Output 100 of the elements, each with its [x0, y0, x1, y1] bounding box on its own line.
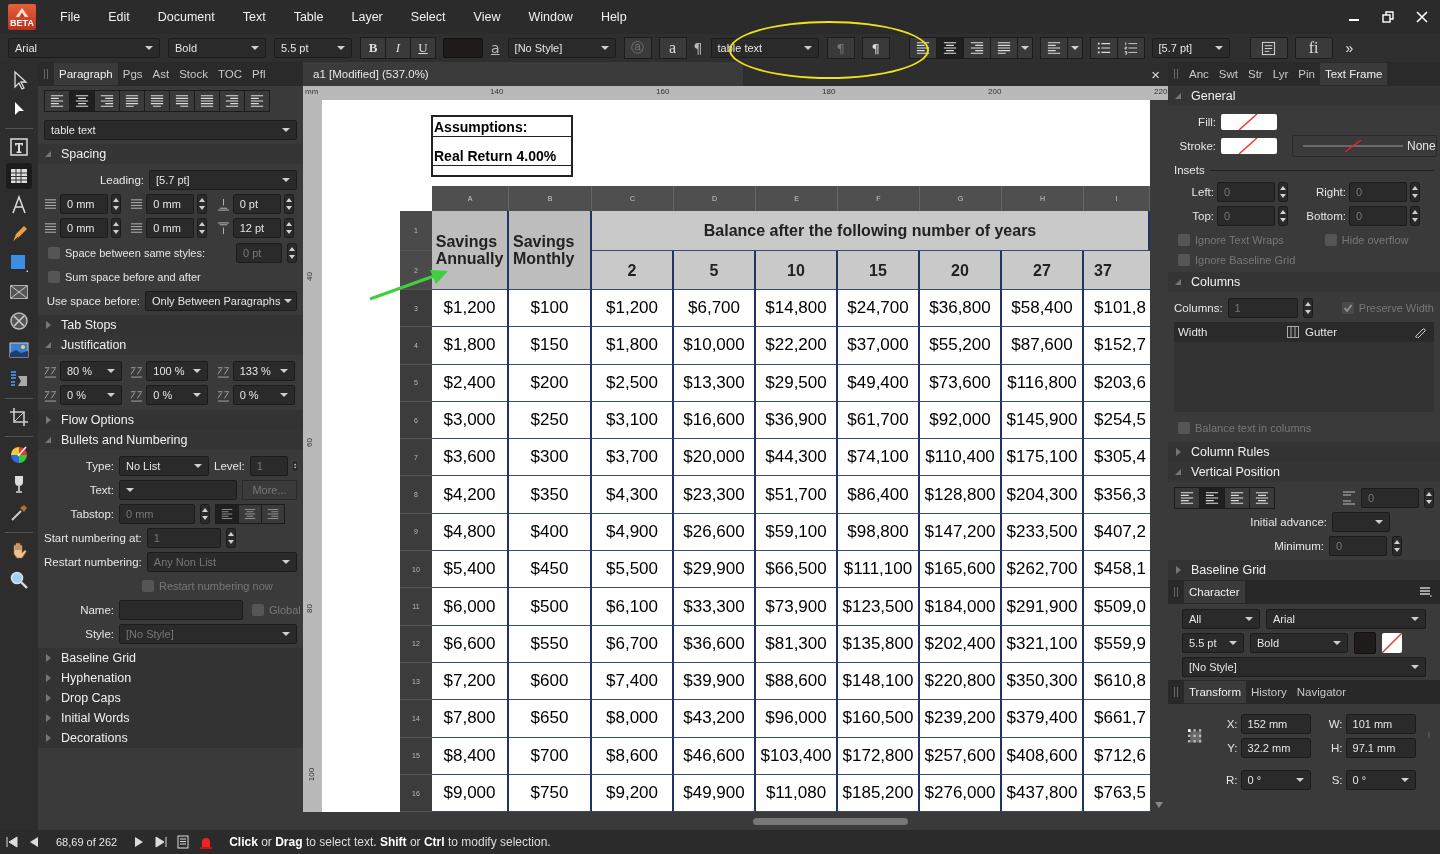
transform-field[interactable]: 152 mm [1240, 714, 1311, 734]
highlight-swatch[interactable] [1382, 633, 1402, 653]
grip-icon[interactable] [1174, 587, 1178, 597]
spinner-icon[interactable] [283, 194, 294, 214]
spinner-icon[interactable] [197, 194, 208, 214]
collapsed-triangle-icon[interactable] [44, 321, 52, 329]
tab-alignment-button[interactable] [261, 504, 285, 524]
font-size-dropdown[interactable]: 5.5 pt [274, 38, 352, 58]
expanded-triangle-icon[interactable] [44, 436, 52, 444]
spinner-icon[interactable] [1410, 182, 1420, 202]
menu-item[interactable]: Text [242, 10, 266, 24]
section-header[interactable]: Tab Stops [38, 315, 303, 335]
panel-tab[interactable]: Text Frame [1319, 63, 1388, 85]
italic-button[interactable]: I [385, 37, 411, 59]
alignment-button[interactable] [962, 37, 991, 59]
grip-icon[interactable] [1174, 687, 1178, 697]
document-tab[interactable]: a1 [Modified] (537.0%) [303, 62, 743, 86]
spinner-icon[interactable] [1278, 182, 1288, 202]
text-frame-button[interactable] [1249, 37, 1288, 59]
menu-item[interactable]: Table [293, 10, 324, 24]
menu-icon[interactable] [1420, 587, 1432, 597]
alignment-button[interactable] [935, 37, 964, 59]
collapsed-triangle-icon[interactable] [44, 674, 52, 682]
spinner-icon[interactable] [1278, 206, 1288, 226]
collapsed-triangle-icon[interactable] [1174, 566, 1182, 574]
panel-tab[interactable]: Str [1243, 63, 1268, 85]
section-header[interactable]: Baseline Grid [1168, 560, 1440, 580]
vertical-alignment-button[interactable] [1174, 487, 1200, 509]
menu-item[interactable]: File [60, 10, 81, 24]
scroll-down-icon[interactable] [1155, 802, 1163, 808]
expanded-triangle-icon[interactable] [44, 150, 52, 158]
panel-tab[interactable]: Pin [1293, 63, 1320, 85]
menu-item[interactable]: Edit [108, 10, 130, 24]
spacing-field[interactable]: 0 pt [232, 194, 281, 214]
spacing-field[interactable]: 0 mm [60, 218, 108, 238]
document-icon[interactable] [177, 835, 190, 849]
font-size-dropdown[interactable]: 5.5 pt [1182, 633, 1244, 653]
alignment-button[interactable] [219, 90, 245, 112]
close-tab-button[interactable]: × [1151, 65, 1160, 83]
collapsed-triangle-icon[interactable] [44, 654, 52, 662]
tool-button[interactable] [6, 163, 32, 189]
scrollbar-thumb[interactable] [753, 817, 908, 825]
transform-field[interactable]: 32.2 mm [1240, 738, 1311, 758]
menu-item[interactable]: Document [157, 10, 215, 24]
collapsed-triangle-icon[interactable] [1174, 448, 1182, 456]
alignment-button[interactable] [44, 90, 70, 112]
angle-dropdown[interactable]: 0 ° [1345, 770, 1416, 790]
alignment-button[interactable] [908, 37, 937, 59]
menu-item[interactable]: Layer [351, 10, 383, 24]
name-field[interactable] [119, 600, 243, 620]
panel-tab[interactable]: Stock [174, 63, 213, 85]
first-page-icon[interactable] [6, 836, 18, 848]
spinner-icon[interactable] [111, 218, 121, 238]
section-header[interactable]: Flow Options [38, 410, 303, 430]
alignment-button[interactable] [69, 90, 95, 112]
menu-item[interactable]: Window [528, 10, 573, 24]
underline-button[interactable]: U [410, 37, 436, 59]
leading-dropdown[interactable]: [5.7 pt] [149, 170, 297, 190]
menu-item[interactable]: Select [410, 10, 446, 24]
menu-item[interactable]: Help [600, 10, 627, 24]
spinner-icon[interactable] [283, 218, 294, 238]
panel-tab[interactable]: Paragraph [54, 63, 118, 85]
previous-page-icon[interactable] [28, 836, 40, 848]
panel-tab[interactable]: Swt [1213, 63, 1243, 85]
list-type-dropdown[interactable]: No List [119, 456, 209, 476]
collapsed-triangle-icon[interactable] [44, 714, 52, 722]
panel-tab[interactable]: Navigator [1291, 681, 1351, 703]
section-header[interactable]: Initial Words [38, 708, 303, 728]
justification-dropdown[interactable]: 0 % [146, 385, 209, 405]
expanded-triangle-icon[interactable] [44, 341, 52, 349]
menu-item[interactable]: View [473, 10, 501, 24]
expanded-triangle-icon[interactable] [1174, 92, 1182, 100]
panel-tab[interactable]: Character [1184, 581, 1245, 603]
panel-tab[interactable]: History [1246, 681, 1292, 703]
vertical-alignment-button[interactable] [1039, 37, 1068, 59]
tab-alignment-button[interactable] [215, 504, 239, 524]
spacing-field[interactable]: 12 pt [232, 218, 281, 238]
justification-dropdown[interactable]: 80 % [60, 361, 122, 381]
panel-tab[interactable]: Anc [1184, 63, 1214, 85]
paragraph-button[interactable]: ¶ [861, 37, 890, 59]
alignment-button[interactable] [94, 90, 120, 112]
checkbox[interactable] [48, 271, 60, 283]
fill-swatch[interactable] [1221, 114, 1277, 130]
section-header[interactable]: Decorations [38, 728, 303, 748]
panel-tab[interactable]: TOC [212, 63, 247, 85]
tab-alignment-button[interactable] [238, 504, 262, 524]
spinner-icon[interactable] [1410, 206, 1420, 226]
section-header[interactable]: General [1168, 86, 1440, 106]
numbered-list-button[interactable] [1116, 37, 1145, 59]
alignment-button[interactable] [989, 37, 1018, 59]
character-style-dropdown[interactable]: [No Style] [507, 38, 616, 58]
panel-tab[interactable]: Pgs [117, 63, 148, 85]
justification-dropdown[interactable]: 100 % [146, 361, 209, 381]
close-icon[interactable] [1416, 11, 1428, 23]
panel-tab[interactable]: Lyr [1267, 63, 1294, 85]
text-color-swatch[interactable] [1354, 632, 1376, 654]
transform-field[interactable]: 101 mm [1345, 714, 1416, 734]
expanded-triangle-icon[interactable] [1174, 468, 1182, 476]
spacing-field[interactable]: 0 mm [146, 218, 195, 238]
leading-dropdown[interactable]: [5.7 pt] [1151, 38, 1230, 58]
